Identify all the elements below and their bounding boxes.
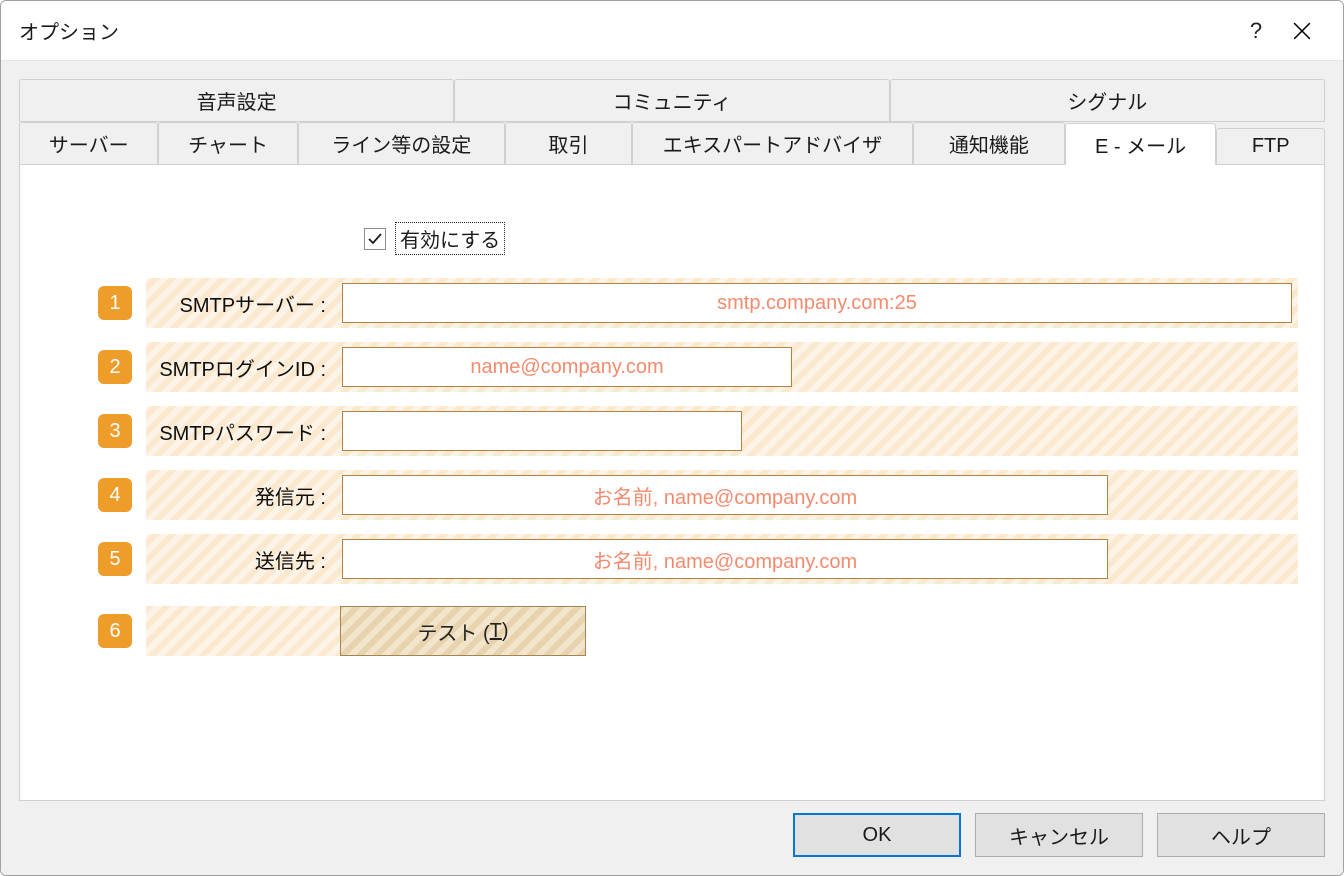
label-smtp-server: SMTPサーバー : bbox=[146, 289, 342, 318]
label-smtp-login: SMTPログインID : bbox=[146, 353, 342, 382]
enable-checkbox-label: 有効にする bbox=[396, 223, 504, 254]
row-smtp-password: 3 SMTPパスワード : bbox=[98, 406, 1298, 456]
row-to: 5 送信先 : bbox=[98, 534, 1298, 584]
row-smtp-server: 1 SMTPサーバー : bbox=[98, 278, 1298, 328]
input-to[interactable] bbox=[342, 539, 1108, 579]
input-smtp-password[interactable] bbox=[342, 411, 742, 451]
tab-notifications[interactable]: 通知機能 bbox=[913, 122, 1065, 165]
row-from: 4 発信元 : bbox=[98, 470, 1298, 520]
test-button-suffix: ) bbox=[502, 620, 509, 643]
tab-line-settings[interactable]: ライン等の設定 bbox=[298, 122, 505, 165]
tab-chart[interactable]: チャート bbox=[158, 122, 297, 165]
tab-sound-settings[interactable]: 音声設定 bbox=[19, 79, 454, 122]
tab-ftp[interactable]: FTP bbox=[1216, 128, 1325, 165]
stripe-5: 送信先 : bbox=[146, 534, 1298, 584]
input-from[interactable] bbox=[342, 475, 1108, 515]
tab-strip: 音声設定 コミュニティ シグナル サーバー チャート ライン等の設定 取引 エキ… bbox=[19, 79, 1325, 165]
badge-3: 3 bbox=[98, 414, 132, 448]
options-dialog: オプション ? 音声設定 コミュニティ シグナル サーバー チャート ライン等の… bbox=[0, 0, 1344, 876]
stripe-3: SMTPパスワード : bbox=[146, 406, 1298, 456]
input-smtp-server[interactable] bbox=[342, 283, 1292, 323]
row-smtp-login: 2 SMTPログインID : bbox=[98, 342, 1298, 392]
badge-5: 5 bbox=[98, 542, 132, 576]
ok-button[interactable]: OK bbox=[793, 813, 961, 857]
tab-trading[interactable]: 取引 bbox=[505, 122, 632, 165]
tab-server[interactable]: サーバー bbox=[19, 122, 158, 165]
badge-2: 2 bbox=[98, 350, 132, 384]
cancel-button[interactable]: キャンセル bbox=[975, 813, 1143, 857]
help-icon[interactable]: ? bbox=[1233, 11, 1279, 51]
tab-signals[interactable]: シグナル bbox=[890, 79, 1325, 122]
tab-email[interactable]: E - メール bbox=[1065, 123, 1217, 166]
tab-row-lower: サーバー チャート ライン等の設定 取引 エキスパートアドバイザ 通知機能 E … bbox=[19, 122, 1325, 165]
badge-4: 4 bbox=[98, 478, 132, 512]
stripe-2: SMTPログインID : bbox=[146, 342, 1298, 392]
stripe-4: 発信元 : bbox=[146, 470, 1298, 520]
label-smtp-password: SMTPパスワード : bbox=[146, 417, 342, 446]
test-button-mnemonic: T bbox=[490, 620, 502, 643]
window-title: オプション bbox=[19, 16, 1233, 45]
input-smtp-login[interactable] bbox=[342, 347, 792, 387]
enable-checkbox[interactable] bbox=[364, 228, 386, 250]
enable-row: 有効にする bbox=[364, 223, 1298, 254]
close-icon[interactable] bbox=[1279, 11, 1325, 51]
badge-6: 6 bbox=[98, 614, 132, 648]
tab-community[interactable]: コミュニティ bbox=[454, 79, 889, 122]
titlebar: オプション ? bbox=[1, 1, 1343, 61]
stripe-1: SMTPサーバー : bbox=[146, 278, 1298, 328]
client-area: 音声設定 コミュニティ シグナル サーバー チャート ライン等の設定 取引 エキ… bbox=[1, 61, 1343, 875]
test-button-prefix: テスト ( bbox=[417, 617, 489, 646]
stripe-6 bbox=[146, 606, 342, 656]
badge-1: 1 bbox=[98, 286, 132, 320]
tab-row-upper: 音声設定 コミュニティ シグナル bbox=[19, 79, 1325, 122]
tab-expert-advisor[interactable]: エキスパートアドバイザ bbox=[632, 122, 913, 165]
test-button[interactable]: テスト (T) bbox=[340, 606, 586, 656]
label-from: 発信元 : bbox=[146, 481, 342, 510]
label-to: 送信先 : bbox=[146, 545, 342, 574]
dialog-buttons: OK キャンセル ヘルプ bbox=[19, 813, 1325, 857]
row-test: 6 テスト (T) bbox=[98, 606, 1298, 656]
email-panel: 有効にする 1 SMTPサーバー : 2 SMTPログインID : bbox=[19, 165, 1325, 801]
help-button[interactable]: ヘルプ bbox=[1157, 813, 1325, 857]
